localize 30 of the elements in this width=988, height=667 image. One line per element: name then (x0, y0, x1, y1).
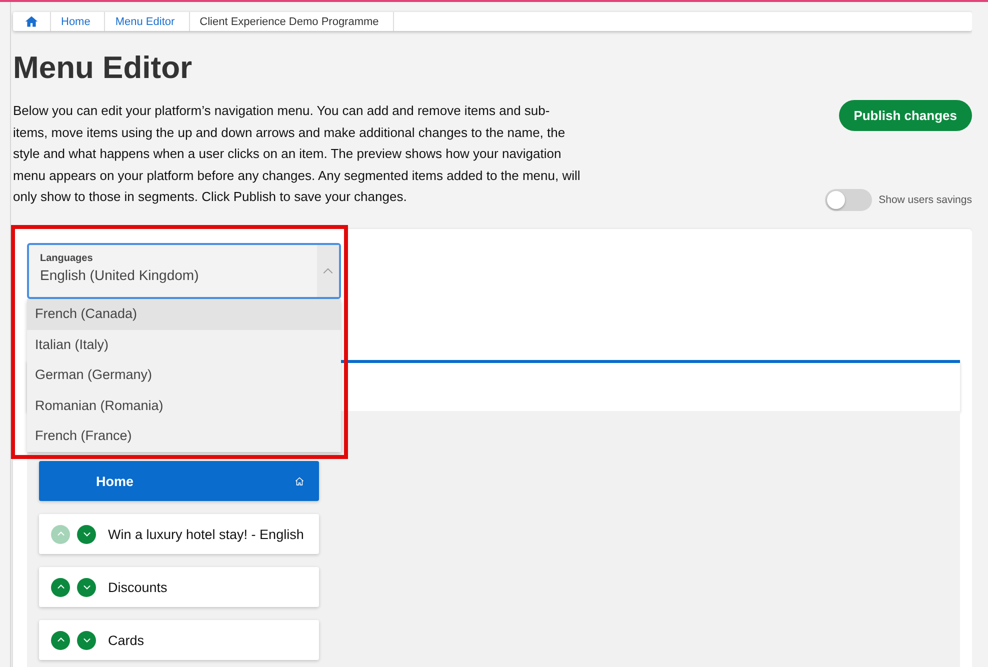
select-value: English (United Kingdom) (40, 267, 200, 283)
publish-button[interactable]: Publish changes (838, 100, 972, 131)
toggle-switch[interactable] (824, 189, 872, 211)
move-up-button[interactable] (51, 578, 70, 596)
menu-item[interactable]: Cards (39, 620, 319, 660)
breadcrumb-current: Client Experience Demo Programme (200, 16, 379, 28)
dropdown-option[interactable]: German (Germany) (27, 360, 341, 390)
dropdown-option[interactable]: Romanian (Romania) (27, 390, 341, 421)
menu-item-label: Home (96, 474, 134, 488)
home-icon (294, 476, 305, 486)
description-text: Below you can edit your platform’s navigation menu. You can add and remove items and sub-items, move items using the up and down arrows and make additional changes to the name, the style and what happens when a user clicks on an item. The preview shows how your navigation menu appears on your platform before any changes. Any segmented items added to the menu, will only show to those in segments. Click Publish to save your changes. (13, 102, 582, 206)
menu-item[interactable]: Discounts (39, 567, 319, 607)
select-label: Languages (40, 253, 94, 264)
page-title: Menu Editor (13, 50, 194, 86)
menu-item[interactable]: Win a luxury hotel stay! - English (39, 514, 319, 554)
breadcrumb-link[interactable]: Home (61, 16, 90, 28)
dropdown-option[interactable]: French (France) (27, 421, 341, 452)
menu-item-label: Discounts (108, 580, 168, 594)
toggle-label: Show users savings (878, 194, 972, 206)
move-down-button[interactable] (77, 578, 96, 596)
breadcrumb-link[interactable]: Menu Editor (115, 16, 175, 28)
dropdown-option[interactable]: French (Canada) (27, 299, 341, 330)
dropdown-option[interactable]: Italian (Italy) (27, 330, 341, 360)
language-select[interactable]: Languages English (United Kingdom) (27, 243, 341, 299)
move-down-button[interactable] (77, 630, 96, 650)
move-up-button[interactable] (51, 630, 70, 650)
home-icon[interactable] (25, 15, 38, 28)
menu-item-label: Cards (108, 632, 144, 648)
move-down-button[interactable] (77, 524, 96, 544)
menu-item-label: Win a luxury hotel stay! - English (108, 526, 304, 542)
